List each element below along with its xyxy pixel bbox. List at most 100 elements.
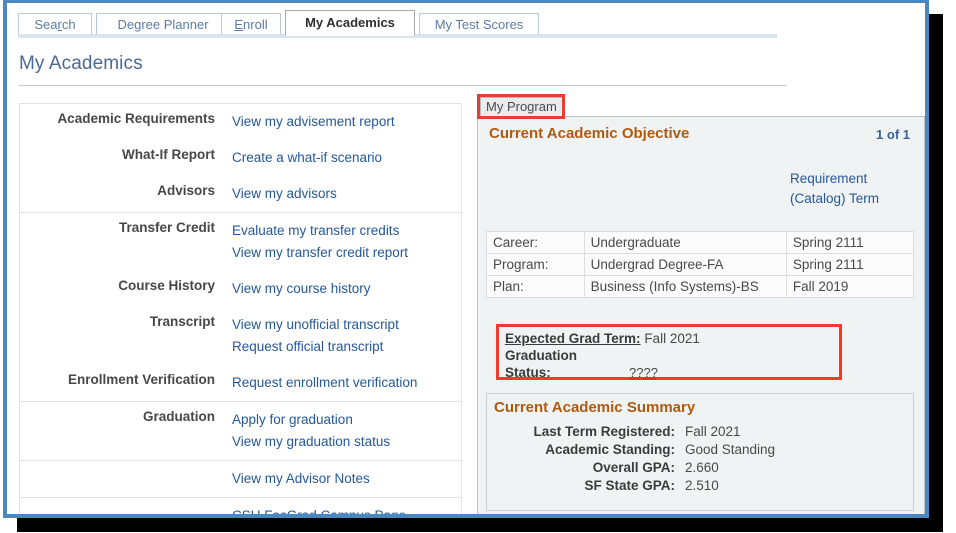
row-value: Business (Info Systems)-BS [583, 275, 787, 298]
link-view-course-history[interactable]: View my course history [232, 278, 461, 300]
row-value: Undergraduate [583, 231, 787, 254]
summary-key: Overall GPA: [592, 460, 675, 475]
link-view-my-advisors[interactable]: View my advisors [232, 183, 461, 205]
expected-grad-term-line: Expected Grad Term: Fall 2021 [505, 330, 833, 347]
requirement-term-line2: (Catalog) Term [790, 191, 880, 206]
summary-value: Good Standing [685, 442, 776, 457]
current-academic-summary-box: Current Academic Summary Last Term Regis… [486, 393, 914, 511]
row-links: View my course history [223, 271, 461, 307]
row-key: Plan: [486, 275, 585, 298]
title-divider [19, 85, 787, 86]
tab-search-label: Search [34, 17, 76, 32]
summary-row-sf-state-gpa: SF State GPA: 2.510 [505, 477, 905, 495]
expected-grad-term-label: Expected Grad Term: [505, 331, 641, 346]
tab-enroll-label: Enroll [234, 17, 268, 32]
expected-grad-term-value: Fall 2021 [644, 331, 700, 346]
summary-value: Fall 2021 [685, 424, 741, 439]
tab-search[interactable]: Search [18, 13, 92, 35]
row-label: Advisors [157, 183, 215, 198]
link-row-graduation: Graduation Apply for graduation View my … [20, 402, 461, 460]
current-academic-objective-title: Current Academic Objective [489, 125, 690, 142]
tab-my-academics-label: My Academics [305, 15, 395, 30]
program-table: Career: Undergraduate Spring 2111 Progra… [486, 231, 915, 298]
graduation-status-label-line2: Status: [505, 364, 833, 381]
link-view-unofficial-transcript[interactable]: View my unofficial transcript [232, 314, 461, 336]
graduation-status-label-b: Status: [505, 365, 551, 380]
summary-row-overall-gpa: Overall GPA: 2.660 [505, 459, 905, 477]
row-label: Transfer Credit [118, 220, 215, 235]
link-group-advisor-notes: View my Advisor Notes [19, 460, 462, 497]
row-label [20, 461, 223, 475]
row-label: Enrollment Verification [67, 372, 215, 387]
page-title: My Academics [19, 53, 143, 74]
tab-my-academics[interactable]: My Academics [285, 10, 415, 36]
link-row-advisors: Advisors View my advisors [20, 176, 461, 212]
table-row: Plan: Business (Info Systems)-BS Fall 20… [486, 275, 915, 298]
page-frame: Search Degree Planner Enroll My Academic… [3, 0, 929, 518]
graduation-status-label-line1: Graduation [505, 347, 833, 364]
link-row-enrollment-verification: Enrollment Verification Request enrollme… [20, 365, 461, 401]
table-row: Program: Undergrad Degree-FA Spring 2111 [486, 253, 915, 276]
tab-my-test-scores-label: My Test Scores [434, 17, 524, 32]
tab-enroll[interactable]: Enroll [221, 13, 281, 35]
summary-row-last-term: Last Term Registered: Fall 2021 [505, 423, 905, 441]
link-group-facgrad: CSU FacGrad Campus Page [19, 497, 462, 514]
row-links: View my unofficial transcript Request of… [223, 307, 461, 365]
summary-list: Last Term Registered: Fall 2021 Academic… [505, 423, 905, 495]
row-term: Spring 2111 [785, 253, 915, 276]
link-create-what-if-scenario[interactable]: Create a what-if scenario [232, 147, 461, 169]
tab-degree-planner[interactable]: Degree Planner [96, 13, 230, 35]
link-csu-facgrad-campus-page[interactable]: CSU FacGrad Campus Page [232, 505, 461, 514]
my-program-section: My Program Current Academic Objective 1 … [477, 94, 925, 514]
link-evaluate-transfer-credits[interactable]: Evaluate my transfer credits [232, 220, 461, 242]
link-request-enrollment-verification[interactable]: Request enrollment verification [232, 372, 461, 394]
row-term: Spring 2111 [785, 231, 915, 254]
link-row-transcript: Transcript View my unofficial transcript… [20, 307, 461, 365]
summary-key: Academic Standing: [545, 442, 675, 457]
link-view-advisement-report[interactable]: View my advisement report [232, 111, 461, 133]
tab-degree-planner-label: Degree Planner [117, 17, 209, 32]
link-group-records: Transfer Credit Evaluate my transfer cre… [19, 212, 462, 401]
graduation-status-value: ???? [629, 365, 658, 380]
row-term: Fall 2019 [785, 275, 915, 298]
browser-window: Search Degree Planner Enroll My Academic… [0, 0, 956, 533]
link-view-graduation-status[interactable]: View my graduation status [232, 431, 461, 453]
link-apply-for-graduation[interactable]: Apply for graduation [232, 409, 461, 431]
academics-links-panel: Academic Requirements View my advisement… [19, 103, 462, 514]
link-row-what-if-report: What-If Report Create a what-if scenario [20, 140, 461, 176]
objective-count: 1 of 1 [876, 127, 910, 142]
link-group-graduation: Graduation Apply for graduation View my … [19, 401, 462, 460]
my-program-tab-wrap: My Program [477, 94, 925, 119]
requirement-term-line1: Requirement [790, 171, 868, 186]
row-links: View my Advisor Notes [223, 461, 461, 497]
current-academic-summary-title: Current Academic Summary [494, 399, 696, 416]
link-row-academic-requirements: Academic Requirements View my advisement… [20, 104, 461, 140]
row-key: Program: [486, 253, 585, 276]
row-links: View my advisement report [223, 104, 461, 140]
row-links: View my advisors [223, 176, 461, 212]
link-row-advisor-notes: View my Advisor Notes [20, 461, 461, 497]
link-group-requirements: Academic Requirements View my advisement… [19, 103, 462, 212]
row-links: Request enrollment verification [223, 365, 461, 401]
link-row-course-history: Course History View my course history [20, 271, 461, 307]
row-links: Create a what-if scenario [223, 140, 461, 176]
graduation-info-box: Expected Grad Term: Fall 2021 Graduation… [496, 324, 842, 380]
link-view-advisor-notes[interactable]: View my Advisor Notes [232, 468, 461, 490]
row-label: Course History [118, 278, 215, 293]
row-label [20, 498, 223, 512]
row-links: CSU FacGrad Campus Page [223, 498, 461, 514]
tab-my-program[interactable]: My Program [480, 97, 563, 116]
row-label: Transcript [149, 314, 215, 329]
tab-my-test-scores[interactable]: My Test Scores [419, 13, 539, 35]
row-label: What-If Report [122, 147, 215, 162]
row-label: Graduation [142, 409, 215, 424]
requirement-catalog-term-header: Requirement (Catalog) Term [790, 169, 910, 209]
summary-key: Last Term Registered: [533, 424, 675, 439]
link-row-transfer-credit: Transfer Credit Evaluate my transfer cre… [20, 213, 461, 271]
link-request-official-transcript[interactable]: Request official transcript [232, 336, 461, 358]
summary-row-academic-standing: Academic Standing: Good Standing [505, 441, 905, 459]
row-links: Apply for graduation View my graduation … [223, 402, 461, 460]
link-view-transfer-credit-report[interactable]: View my transfer credit report [232, 242, 461, 264]
row-value: Undergrad Degree-FA [583, 253, 787, 276]
row-label: Academic Requirements [57, 111, 215, 126]
